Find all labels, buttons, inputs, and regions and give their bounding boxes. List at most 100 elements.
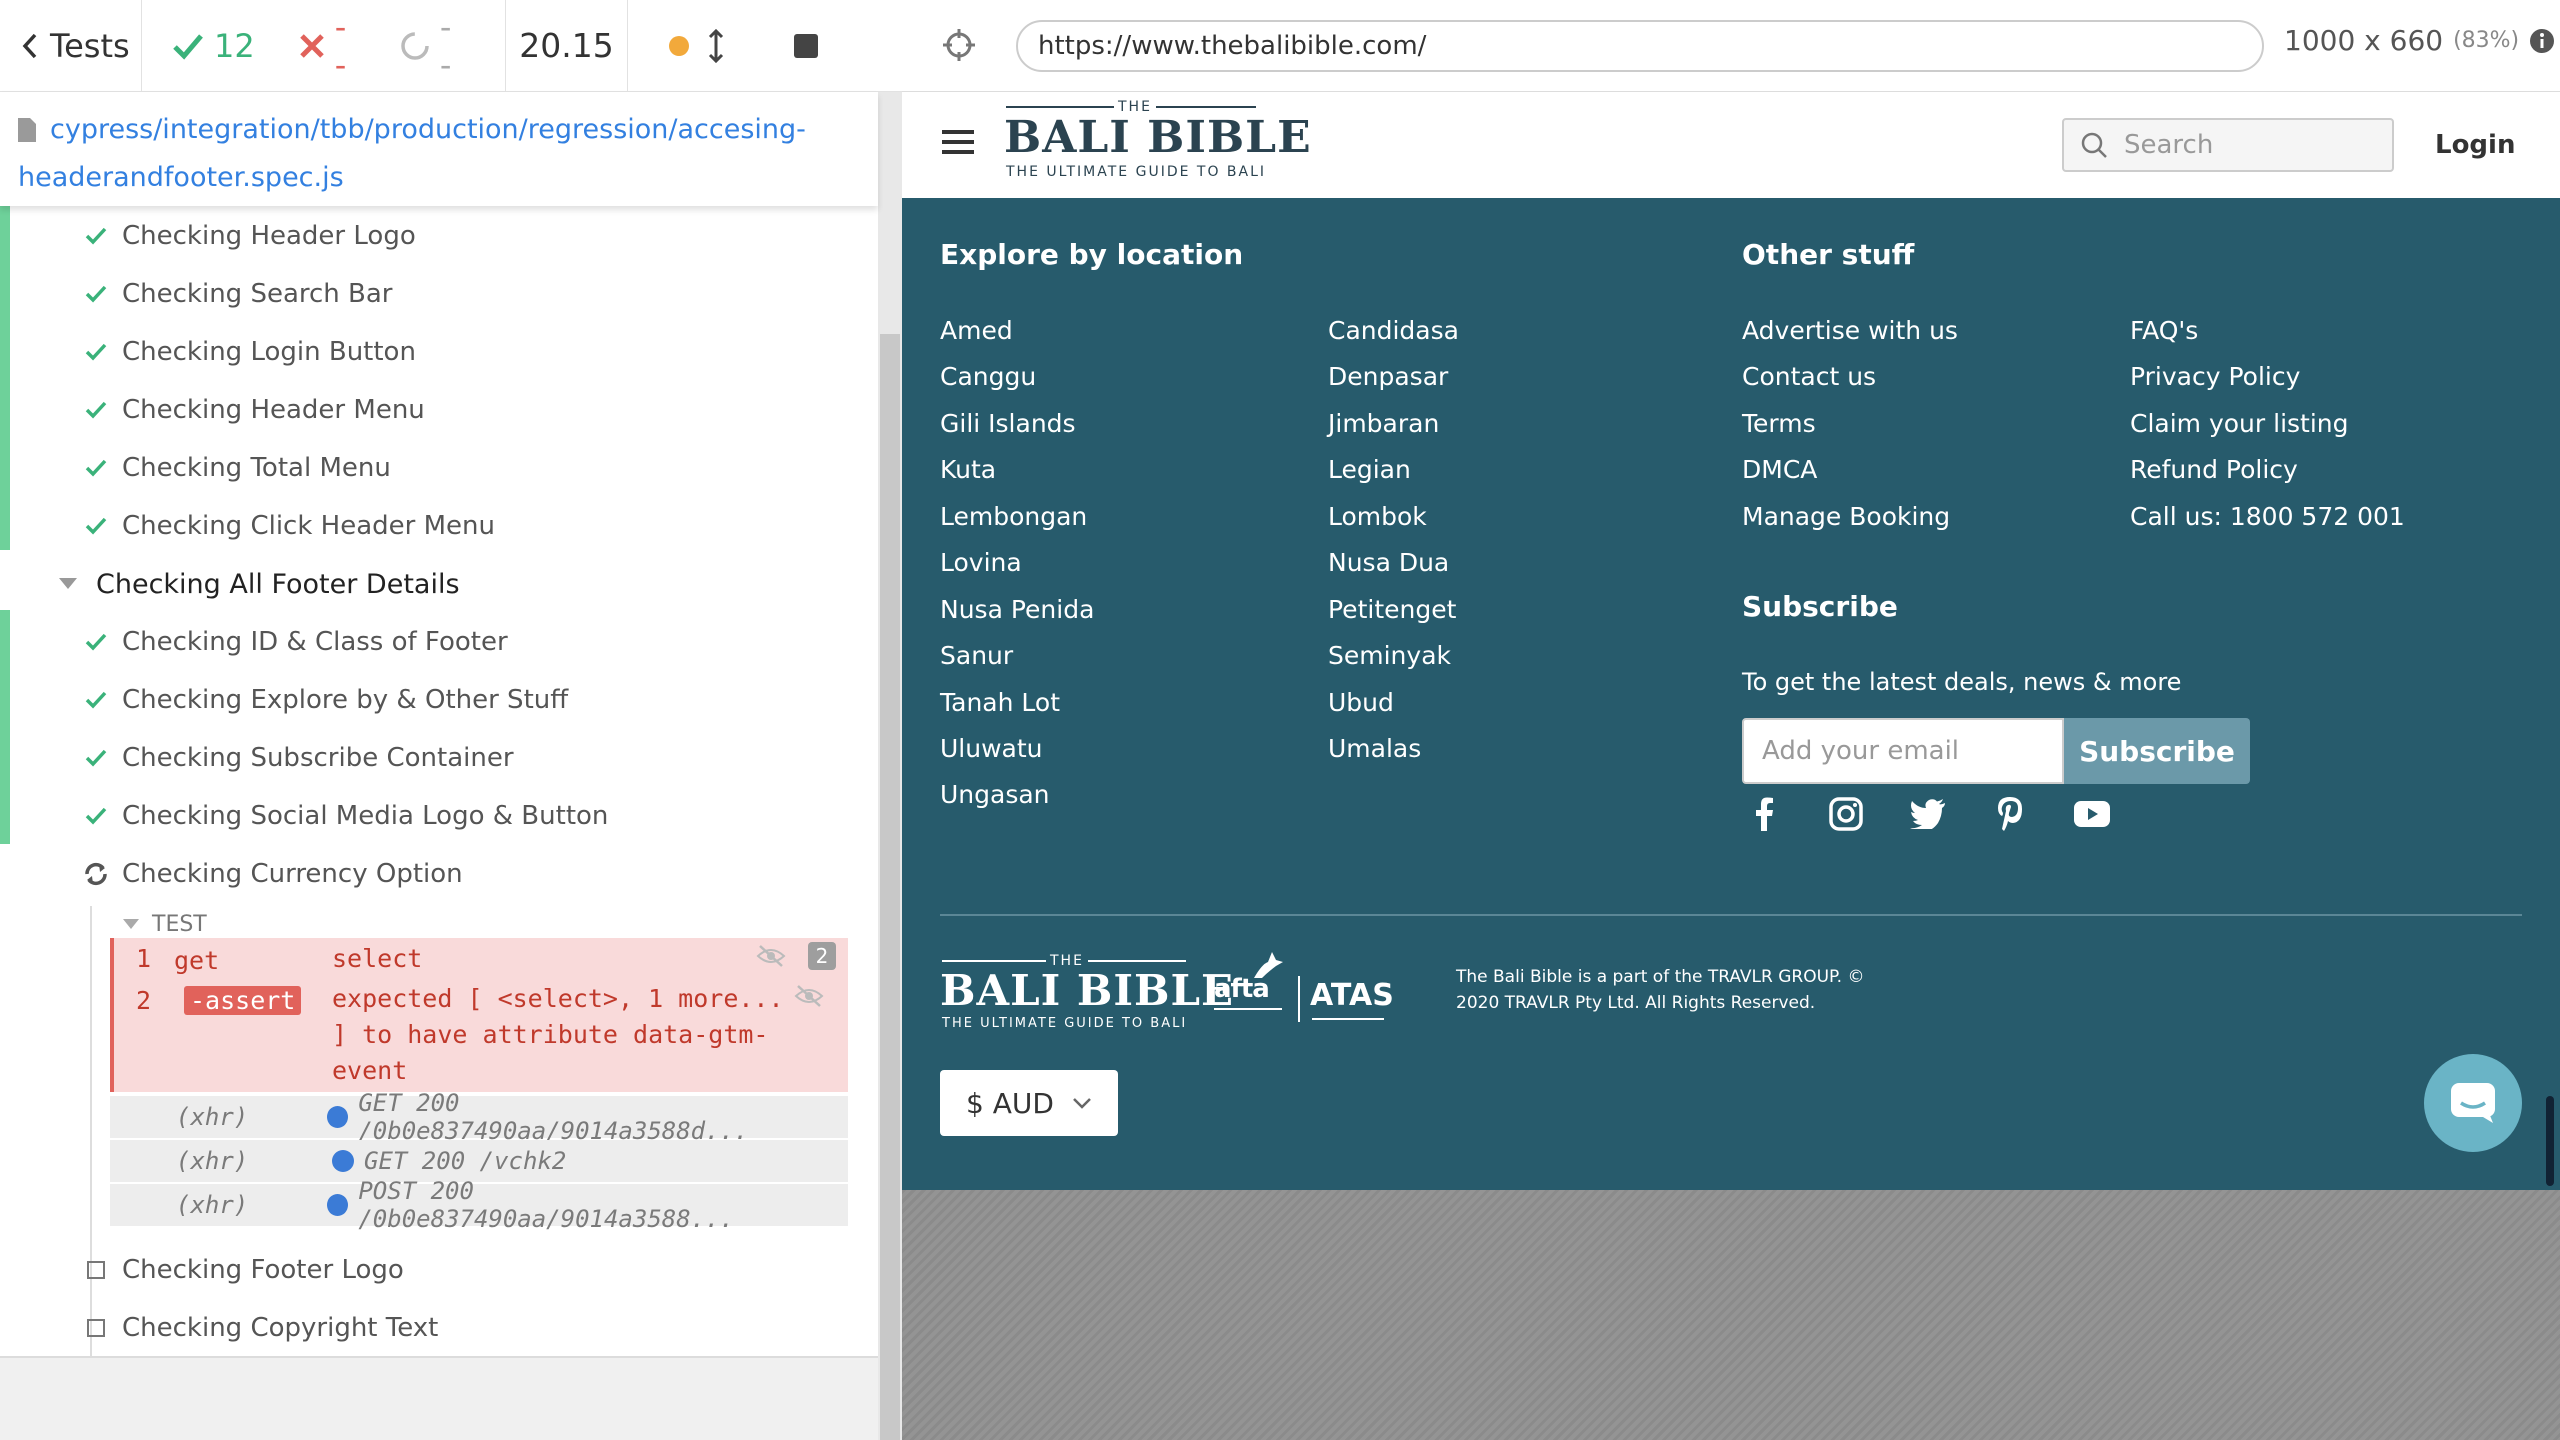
site-scrollbar[interactable] [2546,1096,2554,1186]
cmd-message-line1[interactable]: expected [ <select>, 1 more... [332,984,784,1013]
file-icon [18,118,36,142]
caret-down-icon [56,578,80,590]
location-link[interactable]: Sanur [940,641,1013,670]
hamburger-icon[interactable] [942,128,974,156]
location-link[interactable]: Kuta [940,455,996,484]
login-button[interactable]: Login [2435,130,2515,160]
location-link[interactable]: Denpasar [1328,362,1448,391]
currency-select[interactable]: $ AUD [940,1070,1118,1136]
pinterest-icon[interactable] [1990,794,2030,834]
test-row[interactable]: Checking Click Header Menu [80,498,495,554]
email-field[interactable]: Add your email [1742,718,2064,784]
chat-launcher[interactable] [2424,1054,2522,1152]
spec-path[interactable]: cypress/integration/tbb/production/regre… [18,106,878,202]
caret-down-icon [122,919,140,929]
other-link[interactable]: Terms [1742,409,1816,438]
other-stuff-title: Other stuff [1742,238,1915,271]
location-link[interactable]: Amed [940,316,1013,345]
subscribe-title: Subscribe [1742,590,1898,623]
location-link[interactable]: Umalas [1328,734,1421,763]
runner-scrollbar[interactable] [878,92,902,1440]
url-field[interactable]: https://www.thebalibible.com/ [1016,20,2264,72]
xhr-row[interactable]: (xhr) GET 200 /vchk2 [110,1140,848,1182]
crosshair-icon[interactable] [942,28,976,62]
location-link[interactable]: Nusa Penida [940,595,1094,624]
other-link[interactable]: Privacy Policy [2130,362,2300,391]
location-link[interactable]: Legian [1328,455,1411,484]
test-row-pending[interactable]: Checking Copyright Text [80,1300,438,1356]
test-row[interactable]: Checking Search Bar [80,266,393,322]
location-link[interactable]: Lombok [1328,502,1427,531]
other-link[interactable]: Contact us [1742,362,1876,391]
x-icon [299,33,325,59]
back-to-tests-button[interactable]: Tests [0,0,142,92]
other-link[interactable]: FAQ's [2130,316,2198,345]
search-input[interactable]: Search [2062,118,2394,172]
preview-address-bar: https://www.thebalibible.com/ 1000 x 660… [902,0,2560,92]
location-link[interactable]: Jimbaran [1328,409,1439,438]
test-row-running[interactable]: Checking Currency Option [80,846,463,902]
other-link[interactable]: Manage Booking [1742,502,1950,531]
test-row[interactable]: Checking Header Menu [80,382,425,438]
location-link[interactable]: Seminyak [1328,641,1451,670]
xhr-label: (xhr) [176,1103,249,1131]
other-link[interactable]: Claim your listing [2130,409,2349,438]
refresh-icon [80,861,112,887]
element-count-badge: 2 [808,942,836,970]
site-header: THE BALI BIBLE THE ULTIMATE GUIDE TO BAL… [902,92,2560,198]
xhr-status-dot [327,1194,349,1216]
location-link[interactable]: Uluwatu [940,734,1043,763]
other-link[interactable]: Refund Policy [2130,455,2298,484]
location-link[interactable]: Gili Islands [940,409,1076,438]
test-row[interactable]: Checking Social Media Logo & Button [80,788,608,844]
other-link[interactable]: Advertise with us [1742,316,1958,345]
test-row[interactable]: Checking Explore by & Other Stuff [80,672,568,728]
location-link[interactable]: Lovina [940,548,1022,577]
viewport-scale: (83%) [2453,28,2520,53]
location-link[interactable]: Canggu [940,362,1036,391]
cmd-name[interactable]: get [174,946,219,975]
test-row[interactable]: Checking ID & Class of Footer [80,614,508,670]
location-link[interactable]: Nusa Dua [1328,548,1449,577]
xhr-row[interactable]: (xhr) POST 200 /0b0e837490aa/9014a3588..… [110,1177,848,1233]
info-icon[interactable] [2529,28,2555,54]
stop-icon[interactable] [794,33,818,58]
spec-file-header: cypress/integration/tbb/production/regre… [0,92,878,206]
afta-label: afta [1214,974,1270,1004]
instagram-icon[interactable] [1826,794,1866,834]
xhr-label: (xhr) [176,1191,249,1219]
youtube-icon[interactable] [2072,794,2112,834]
email-placeholder: Add your email [1762,736,1960,766]
test-row[interactable]: Checking Header Logo [80,208,416,264]
resize-icon[interactable] [708,28,724,63]
pending-count: -- [400,8,461,84]
subscribe-button[interactable]: Subscribe [2064,718,2250,784]
test-row[interactable]: Checking Login Button [80,324,416,380]
location-link[interactable]: Ubud [1328,688,1394,717]
location-link[interactable]: Candidasa [1328,316,1459,345]
cmd-number: 1 [136,944,152,973]
viewport-size: 1000 x 660 [2284,24,2444,57]
other-link[interactable]: DMCA [1742,455,1817,484]
test-row-pending[interactable]: Checking Footer Logo [80,1242,404,1298]
check-icon [172,32,204,60]
viewport-info: 1000 x 660 (83%) [2284,24,2555,57]
location-link[interactable]: Tanah Lot [940,688,1060,717]
app-preview: https://www.thebalibible.com/ 1000 x 660… [902,0,2560,1440]
check-icon [80,807,112,825]
facebook-icon[interactable] [1744,794,1784,834]
cmd-message[interactable]: select [332,944,422,973]
location-link[interactable]: Ungasan [940,780,1050,809]
other-link[interactable]: Call us: 1800 572 001 [2130,502,2405,531]
assert-badge[interactable]: -assert [184,986,302,1015]
passed-number: 12 [214,26,255,65]
test-row[interactable]: Checking Subscribe Container [80,730,514,786]
test-row[interactable]: Checking Total Menu [80,440,391,496]
scrollbar-thumb[interactable] [880,334,900,1440]
suite-row[interactable]: Checking All Footer Details [56,556,460,612]
twitter-icon[interactable] [1908,794,1948,834]
location-link[interactable]: Lembongan [940,502,1087,531]
location-link[interactable]: Petitenget [1328,595,1456,624]
xhr-row[interactable]: (xhr) GET 200 /0b0e837490aa/9014a3588d..… [110,1089,848,1145]
test-runner-panel: Tests 12 -- -- 20.15 cypress/integration… [0,0,902,1440]
